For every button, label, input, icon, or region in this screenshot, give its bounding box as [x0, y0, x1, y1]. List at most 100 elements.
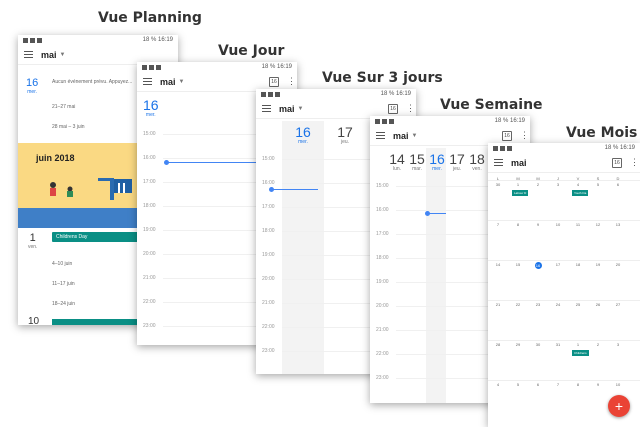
add-event-fab[interactable]: + [608, 395, 630, 417]
week-divider [488, 220, 640, 221]
menu-icon[interactable] [494, 159, 503, 166]
day-header[interactable]: 14 lun. [388, 152, 406, 172]
month-day-cell[interactable]: 18 [572, 262, 584, 267]
month-day-cell[interactable]: 29 [512, 342, 524, 347]
month-day-cell[interactable]: 3 [552, 182, 564, 187]
month-day-cell[interactable]: 13 [612, 222, 624, 227]
month-day-cell[interactable]: 31 [552, 342, 564, 347]
month-selector[interactable]: mai [511, 158, 527, 168]
month-selector[interactable]: mai ▼ [41, 50, 65, 60]
month-day-cell[interactable]: 5 [592, 182, 604, 187]
month-day-cell[interactable]: 30 [532, 342, 544, 347]
more-icon[interactable]: ⋮ [630, 157, 639, 168]
calendar-today-icon[interactable]: 16 [502, 130, 512, 141]
day-header[interactable]: 17 jeu. [448, 152, 466, 172]
hour-label: 18:00 [262, 228, 275, 234]
hour-label: 16:00 [143, 155, 156, 161]
month-day-cell[interactable]: 9 [532, 222, 544, 227]
day-header[interactable]: 15 mar. [408, 152, 426, 172]
month-day-cell[interactable]: 6 [612, 182, 624, 187]
hour-label: 21:00 [262, 300, 275, 306]
hour-label: 23:00 [143, 323, 156, 329]
month-selector[interactable]: mai ▼ [279, 104, 303, 114]
planning-week-range[interactable]: 28 mai – 3 juin [52, 124, 85, 130]
day-header[interactable]: 17 jeu. [330, 125, 360, 145]
planning-week-range[interactable]: 11–17 juin [52, 281, 75, 287]
month-selector[interactable]: mai ▼ [160, 77, 184, 87]
month-day-cell[interactable]: 21 [492, 302, 504, 307]
month-day-cell[interactable]: 10 [552, 222, 564, 227]
current-time-line [428, 213, 446, 214]
hour-label: 19:00 [262, 252, 275, 258]
caption-vue-mois: Vue Mois [566, 125, 638, 141]
month-day-cell[interactable]: 11 [572, 222, 584, 227]
month-day-cell[interactable]: 17 [552, 262, 564, 267]
month-day-cell[interactable]: 27 [612, 302, 624, 307]
month-day-cell[interactable]: 1 [512, 182, 524, 187]
month-day-cell[interactable]: 24 [552, 302, 564, 307]
week-divider [488, 300, 640, 301]
day-header-today[interactable]: 16 mer. [143, 98, 159, 118]
month-day-cell[interactable]: 6 [532, 382, 544, 387]
menu-icon[interactable] [24, 51, 33, 58]
month-day-cell[interactable]: 7 [492, 222, 504, 227]
month-day-cell[interactable]: 4 [572, 182, 584, 187]
month-day-cell[interactable]: 12 [592, 222, 604, 227]
calendar-today-icon[interactable]: 16 [388, 103, 398, 114]
caption-vue-sur-3-jours: Vue Sur 3 jours [322, 70, 443, 86]
more-icon[interactable]: ⋮ [406, 103, 415, 114]
event-childrens-day[interactable]: Childrens [572, 350, 589, 356]
month-day-cell[interactable]: 19 [592, 262, 604, 267]
week-divider [488, 380, 640, 381]
calendar-today-icon[interactable]: 16 [269, 76, 279, 87]
no-event-text[interactable]: Aucun événement prévu. Appuyez... [52, 79, 132, 85]
hour-label: 21:00 [143, 275, 156, 281]
month-day-cell[interactable]: 26 [592, 302, 604, 307]
caption-vue-planning: Vue Planning [98, 10, 202, 26]
more-icon[interactable]: ⋮ [520, 130, 529, 141]
hour-label: 17:00 [262, 204, 275, 210]
hour-label: 20:00 [262, 276, 275, 282]
calendar-today-icon[interactable]: 16 [612, 157, 622, 168]
month-day-cell[interactable]: 1 [572, 342, 584, 347]
month-day-cell[interactable]: 8 [512, 222, 524, 227]
month-day-cell[interactable]: 20 [612, 262, 624, 267]
month-day-cell[interactable]: 22 [512, 302, 524, 307]
planning-week-range[interactable]: 18–24 juin [52, 301, 75, 307]
month-day-cell[interactable]: 9 [592, 382, 604, 387]
month-day-cell[interactable]: 4 [492, 382, 504, 387]
month-day-cell[interactable]: 30 [492, 182, 504, 187]
menu-icon[interactable] [376, 132, 385, 139]
month-day-cell[interactable]: 10 [612, 382, 624, 387]
more-icon[interactable]: ⋮ [287, 76, 296, 87]
event-labour-day[interactable]: Labour D [512, 190, 529, 196]
month-day-cell[interactable]: 16 [532, 262, 544, 269]
month-day-cell[interactable]: 28 [492, 342, 504, 347]
month-day-cell[interactable]: 23 [532, 302, 544, 307]
month-day-cell[interactable]: 8 [572, 382, 584, 387]
day-header[interactable]: 18 ven. [468, 152, 486, 172]
hour-label: 20:00 [376, 303, 389, 309]
day-header-today[interactable]: 16 mer. [288, 125, 318, 145]
menu-icon[interactable] [262, 105, 271, 112]
month-day-cell[interactable]: 7 [552, 382, 564, 387]
planning-today: 16 mer. [26, 77, 39, 95]
month-day-cell[interactable]: 5 [512, 382, 524, 387]
status-bar: 18 % 16:19 [370, 116, 530, 126]
event-youth-day[interactable]: Youth Da [572, 190, 589, 196]
planning-week-range[interactable]: 4–10 juin [52, 261, 72, 267]
month-day-cell[interactable]: 3 [612, 342, 624, 347]
status-bar: 18 % 16:19 [137, 62, 297, 72]
planning-week-range[interactable]: 21–27 mai [52, 104, 75, 110]
month-day-cell[interactable]: 2 [592, 342, 604, 347]
month-day-cell[interactable]: 25 [572, 302, 584, 307]
hour-label: 23:00 [376, 375, 389, 381]
month-day-cell[interactable]: 2 [532, 182, 544, 187]
planning-bottom-date: 10 [28, 316, 40, 325]
menu-icon[interactable] [143, 78, 152, 85]
month-selector[interactable]: mai ▼ [393, 131, 417, 141]
caption-vue-semaine: Vue Semaine [440, 97, 543, 113]
day-header-today[interactable]: 16 mer. [428, 152, 446, 172]
month-day-cell[interactable]: 14 [492, 262, 504, 267]
month-day-cell[interactable]: 15 [512, 262, 524, 267]
